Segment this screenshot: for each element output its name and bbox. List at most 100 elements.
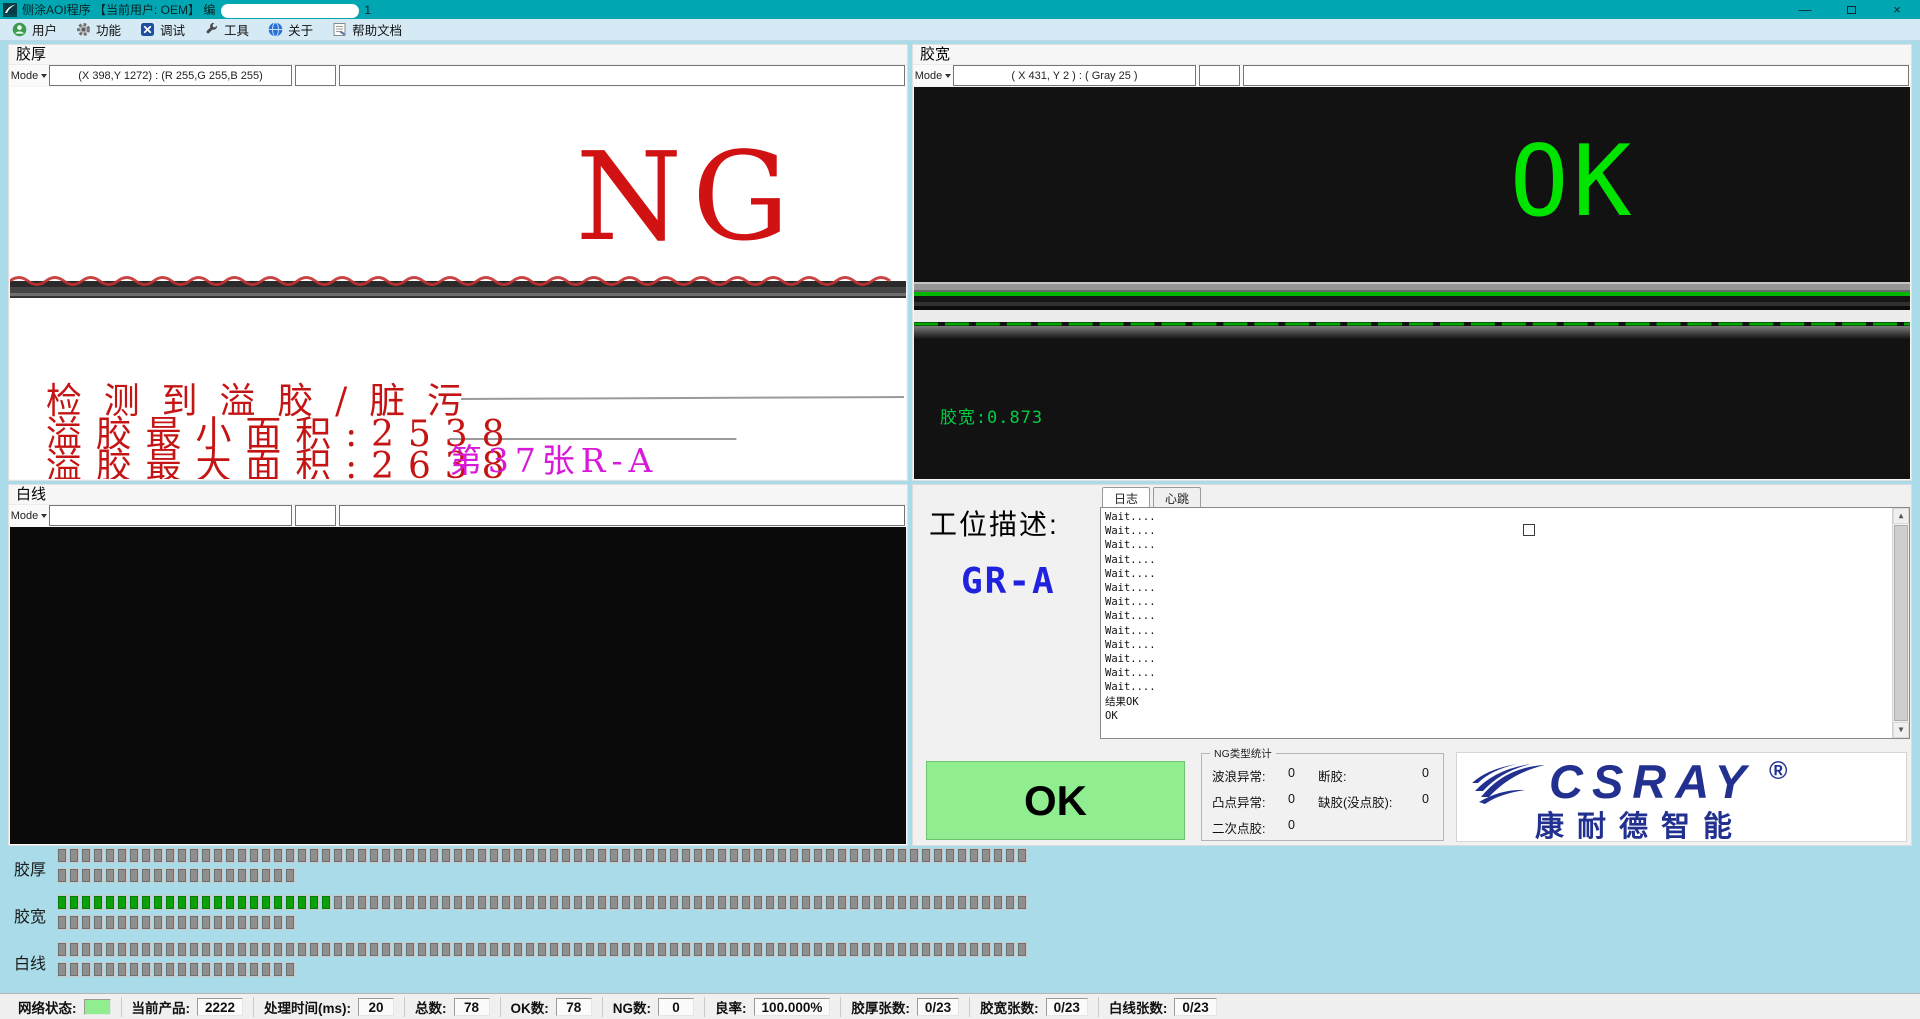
- indicator-cell: [285, 848, 295, 863]
- menu-item-tools[interactable]: 工具: [198, 19, 262, 41]
- status-value: 0/23: [1174, 998, 1216, 1016]
- menu-label: 关于: [288, 20, 313, 39]
- indicator-cell: [837, 942, 847, 957]
- indicator-cell: [129, 942, 139, 957]
- maximize-button[interactable]: [1828, 0, 1874, 19]
- indicator-cell: [405, 895, 415, 910]
- indicator-cell: [573, 895, 583, 910]
- white-line-image-view[interactable]: [10, 527, 906, 844]
- indicator-cell: [537, 895, 547, 910]
- glue-thickness-image-view[interactable]: NG 检测到溢胶/脏污 溢胶最小面积:2538 溢胶最大面积:2638 第37张…: [10, 87, 906, 479]
- indicator-cell: [237, 868, 247, 883]
- indicator-cell: [69, 848, 79, 863]
- indicator-cell: [249, 868, 259, 883]
- pixel-readout: ( X 431, Y 2 ) : ( Gray 25 ): [953, 65, 1196, 86]
- indicator-cell: [861, 942, 871, 957]
- menu-item-about[interactable]: 关于: [262, 19, 326, 41]
- log-line: Wait....: [1105, 652, 1905, 666]
- indicator-cell: [249, 962, 259, 977]
- glue-width-image-view[interactable]: OK 胶宽:0.873: [914, 87, 1910, 479]
- toolbar-box-small: [295, 505, 336, 526]
- mode-dropdown[interactable]: Mode: [9, 65, 49, 86]
- indicator-cell: [153, 962, 163, 977]
- menu-item-help[interactable]: 帮助文档: [326, 19, 415, 41]
- indicator-cell: [825, 848, 835, 863]
- indicator-cell: [981, 942, 991, 957]
- scroll-up-icon[interactable]: ▲: [1893, 508, 1909, 524]
- log-line: Wait....: [1105, 666, 1905, 680]
- indicator-cell: [885, 848, 895, 863]
- indicator-cell: [525, 895, 535, 910]
- menu-label: 用户: [32, 20, 57, 39]
- indicator-cell: [513, 942, 523, 957]
- indicator-cell: [609, 848, 619, 863]
- close-button[interactable]: ×: [1874, 0, 1920, 19]
- indicator-cell: [189, 895, 199, 910]
- log-line: Wait....: [1105, 680, 1905, 694]
- indicator-cell: [177, 868, 187, 883]
- indicator-cell: [333, 895, 343, 910]
- indicator-cell: [465, 895, 475, 910]
- indicator-cell: [117, 942, 127, 957]
- indicator-cell: [525, 942, 535, 957]
- indicator-cell: [393, 895, 403, 910]
- indicator-cell: [201, 942, 211, 957]
- log-scrollbar[interactable]: ▲ ▼: [1892, 508, 1909, 738]
- indicator-cell: [81, 915, 91, 930]
- indicator-cell: [1017, 942, 1027, 957]
- indicator-cell: [945, 895, 955, 910]
- indicator-cell: [81, 895, 91, 910]
- result-ok-button[interactable]: OK: [926, 761, 1185, 840]
- swoosh-icon: [1471, 759, 1549, 805]
- panel-title: 胶宽: [913, 45, 1911, 65]
- scroll-down-icon[interactable]: ▼: [1893, 722, 1909, 738]
- indicator-cell: [369, 942, 379, 957]
- indicator-panel: 胶厚胶宽白线: [14, 848, 1027, 989]
- indicator-cell: [333, 942, 343, 957]
- mode-dropdown[interactable]: Mode: [913, 65, 953, 86]
- indicator-cell: [69, 962, 79, 977]
- indicator-cell: [105, 962, 115, 977]
- indicator-cell: [189, 915, 199, 930]
- indicator-cell: [585, 895, 595, 910]
- indicator-cell: [201, 848, 211, 863]
- mode-dropdown[interactable]: Mode: [9, 505, 49, 526]
- indicator-cell: [141, 915, 151, 930]
- indicator-cell: [261, 848, 271, 863]
- scroll-thumb[interactable]: [1894, 525, 1908, 721]
- indicator-cell: [453, 895, 463, 910]
- status-segment: 白线张数:0/23: [1098, 997, 1227, 1017]
- indicator-cell: [609, 895, 619, 910]
- window-controls: — ×: [1782, 0, 1920, 19]
- indicator-cell: [453, 942, 463, 957]
- log-checkbox[interactable]: [1523, 524, 1535, 536]
- menu-item-debug[interactable]: 调试: [134, 19, 198, 41]
- menu-item-user[interactable]: 用户: [6, 19, 70, 41]
- user-icon: [12, 22, 27, 37]
- panel-title: 白线: [9, 485, 907, 505]
- indicator-cell: [861, 848, 871, 863]
- indicator-cell: [177, 848, 187, 863]
- indicator-cell: [189, 942, 199, 957]
- log-line: Wait....: [1105, 567, 1905, 581]
- indicator-cell: [165, 942, 175, 957]
- indicator-cell: [261, 962, 271, 977]
- indicator-cell: [93, 868, 103, 883]
- minimize-button[interactable]: —: [1782, 0, 1828, 19]
- indicator-cell: [165, 848, 175, 863]
- tab-log[interactable]: 日志: [1102, 487, 1150, 507]
- indicator-row: [57, 915, 1027, 930]
- indicator-cell: [321, 895, 331, 910]
- indicator-cell: [201, 915, 211, 930]
- indicator-cell: [561, 895, 571, 910]
- indicator-cell: [909, 848, 919, 863]
- indicator-cell: [681, 942, 691, 957]
- tab-heartbeat[interactable]: 心跳: [1153, 487, 1201, 507]
- log-content[interactable]: Wait....Wait....Wait....Wait....Wait....…: [1100, 507, 1910, 739]
- indicator-cell: [705, 895, 715, 910]
- indicator-cell: [621, 895, 631, 910]
- maximize-icon: [1847, 6, 1856, 14]
- indicator-cell: [669, 895, 679, 910]
- menu-item-function[interactable]: 功能: [70, 19, 134, 41]
- indicator-row: [57, 895, 1027, 910]
